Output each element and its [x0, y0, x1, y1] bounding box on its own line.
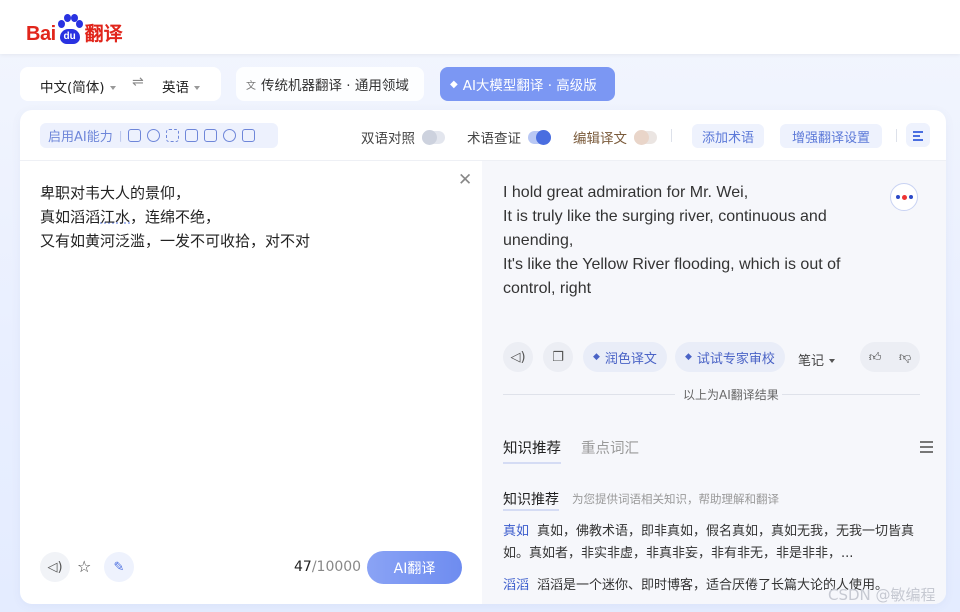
count-current: 47	[294, 559, 312, 575]
search-doc-icon[interactable]	[147, 129, 161, 142]
source-language-label: 中文(简体)	[40, 80, 105, 96]
add-term-button[interactable]: 添加术语	[692, 124, 764, 148]
toggle-switch-on[interactable]	[528, 129, 551, 145]
target-language-select[interactable]: 英语	[162, 76, 200, 96]
knowledge-text: 真如，佛教术语，即非真如，假名真如，真如无我，无我一切皆真如。真如者，非实非虚，…	[503, 524, 915, 561]
logo-fanyi: 翻译	[84, 23, 123, 45]
polish-label: 润色译文	[604, 351, 657, 367]
source-line: 卑职对韦大人的景仰，	[40, 184, 191, 202]
source-line: 又有如黄河泛滥，一发不可收拾，对不对	[40, 232, 311, 250]
source-text-input[interactable]: 卑职对韦大人的景仰， 真如滔滔江水，连绵不绝， 又有如黄河泛滥，一发不可收拾，对…	[40, 181, 310, 253]
voice-icon[interactable]	[890, 183, 918, 211]
source-language-select[interactable]: 中文(简体)	[40, 76, 116, 96]
cube-icon: ◆	[450, 78, 458, 90]
chevron-down-icon	[194, 86, 200, 90]
ai-translate-button[interactable]: AI翻译	[367, 551, 462, 584]
divider	[782, 394, 920, 395]
watermark: CSDN @敏编程	[828, 586, 936, 604]
layout-menu-icon[interactable]	[906, 123, 930, 147]
paw-icon: du	[57, 12, 83, 44]
bilingual-label: 双语对照	[361, 131, 415, 147]
knowledge-heading: 知识推荐	[503, 489, 559, 511]
chevron-down-icon	[829, 359, 836, 363]
traditional-mode-label: 传统机器翻译 · 通用领域	[261, 78, 409, 94]
ai-capability-bar[interactable]: 启用AI能力 |	[40, 123, 278, 148]
knowledge-term[interactable]: 滔滔	[503, 578, 529, 593]
ai-mode-label: AI大模型翻译 · 高级版	[462, 78, 597, 94]
thumbs-down-icon[interactable]: 👎︎	[899, 350, 911, 365]
list-icon[interactable]	[920, 441, 933, 456]
speaker-icon[interactable]: ◁)	[503, 342, 533, 372]
divider	[671, 129, 672, 142]
expert-review-button[interactable]: ◆ 试试专家审校	[675, 342, 785, 372]
logo-bai: Bai	[26, 23, 56, 45]
expert-review-label: 试试专家审校	[696, 351, 775, 367]
traditional-translation-mode-button[interactable]: 文 传统机器翻译 · 通用领域	[236, 67, 424, 101]
translation-toolbar: 启用AI能力 | 双语对照 术语查证 编辑译文 添加术语 增强翻译设置	[20, 110, 946, 161]
baidu-translate-logo[interactable]: Bai du 翻译	[26, 8, 123, 44]
knowledge-subheading: 为您提供词语相关知识，帮助理解和翻译	[572, 492, 779, 506]
cube-icon: ◆	[685, 352, 692, 362]
thumbs-up-icon[interactable]: 👍︎	[869, 350, 882, 365]
translation-panel: 启用AI能力 | 双语对照 术语查证 编辑译文 添加术语 增强翻译设置 卑职对韦…	[20, 110, 946, 604]
bilingual-toggle[interactable]: 双语对照	[361, 127, 445, 147]
source-line: 真如滔滔江水，连绵不绝，	[40, 208, 221, 226]
edit-translation-toggle[interactable]: 编辑译文	[573, 127, 657, 147]
copy-doc-icon[interactable]	[185, 129, 199, 142]
logo-du: du	[59, 29, 80, 44]
ai-capability-label: 启用AI能力	[48, 130, 113, 145]
close-icon[interactable]: ✕	[458, 170, 472, 190]
edit-icon[interactable]	[204, 129, 218, 142]
target-line: It's like the Yellow River flooding, whi…	[503, 256, 841, 297]
character-counter: 47/10000	[294, 559, 361, 575]
notes-dropdown[interactable]: 笔记	[798, 350, 836, 369]
source-pane: 卑职对韦大人的景仰， 真如滔滔江水，连绵不绝， 又有如黄河泛滥，一发不可收拾，对…	[20, 161, 482, 604]
knowledge-term[interactable]: 真如	[503, 524, 529, 539]
translation-output: I hold great admiration for Mr. Wei, It …	[503, 181, 863, 301]
tab-knowledge[interactable]: 知识推荐	[503, 437, 561, 464]
edit-icon[interactable]: ✎	[104, 552, 134, 582]
enhance-settings-button[interactable]: 增强翻译设置	[780, 124, 882, 148]
network-icon[interactable]	[223, 129, 237, 142]
toggle-switch-off[interactable]	[634, 129, 657, 145]
copy-icon[interactable]: ❐	[543, 342, 573, 372]
top-bar: Bai du 翻译	[0, 0, 960, 54]
knowledge-tabs: 知识推荐 重点词汇	[503, 437, 639, 464]
polish-translation-button[interactable]: ◆ 润色译文	[583, 342, 667, 372]
translate-icon: 文	[246, 80, 256, 92]
divider	[503, 394, 675, 395]
ai-translation-mode-button[interactable]: ◆ AI大模型翻译 · 高级版	[440, 67, 615, 101]
divider	[896, 129, 897, 142]
term-highlight[interactable]: 江水	[100, 208, 130, 226]
notes-label: 笔记	[798, 354, 825, 369]
term-check-toggle[interactable]: 术语查证	[467, 127, 551, 147]
star-icon[interactable]: ☆	[77, 557, 91, 576]
divider: |	[118, 129, 123, 142]
count-max: /10000	[311, 559, 362, 575]
edit-translation-label: 编辑译文	[573, 131, 627, 147]
ai-result-note: 以上为AI翻译结果	[683, 388, 779, 402]
cube-icon[interactable]	[242, 129, 256, 142]
swap-languages-icon[interactable]: ⇌	[132, 74, 144, 90]
target-line: It is truly like the surging river, cont…	[503, 208, 827, 249]
language-selector: 中文(简体) ⇌ 英语	[20, 67, 221, 101]
knowledge-item[interactable]: 真如 真如，佛教术语，即非真如，假名真如，真如无我，无我一切皆真如。真如者，非实非…	[503, 521, 923, 565]
target-line: I hold great admiration for Mr. Wei,	[503, 184, 749, 201]
speaker-icon[interactable]: ◁)	[40, 552, 70, 582]
target-pane: I hold great admiration for Mr. Wei, It …	[482, 161, 946, 604]
chevron-down-icon	[109, 86, 116, 90]
term-check-label: 术语查证	[467, 131, 521, 147]
cube-icon: ◆	[593, 352, 600, 362]
style-icon[interactable]	[128, 129, 142, 142]
expand-icon[interactable]	[166, 129, 180, 142]
target-language-label: 英语	[162, 80, 189, 96]
feedback-group: 👍︎ 👎︎	[860, 342, 920, 372]
tab-key-vocabulary[interactable]: 重点词汇	[581, 437, 639, 464]
toggle-switch-off[interactable]	[422, 129, 445, 145]
